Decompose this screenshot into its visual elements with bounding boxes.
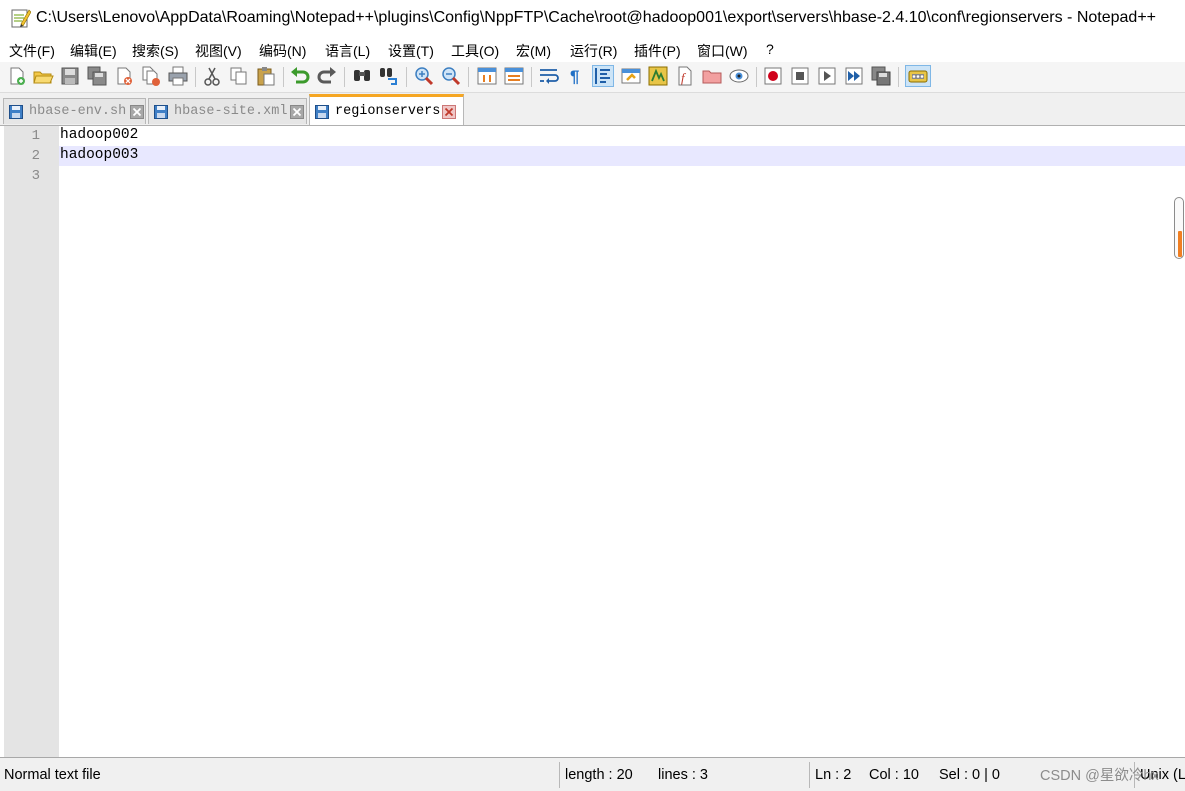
nppftp-icon[interactable]	[905, 65, 931, 87]
status-lines: lines : 3	[658, 767, 708, 783]
status-col: Col : 10	[869, 767, 919, 783]
menu-macro[interactable]: 宏(M)	[516, 41, 551, 61]
word-wrap-icon[interactable]	[538, 65, 560, 87]
menu-encoding[interactable]: 编码(N)	[259, 41, 306, 61]
menu-edit[interactable]: 编辑(E)	[70, 41, 117, 61]
status-separator	[809, 762, 810, 788]
line-number-gutter	[4, 126, 59, 757]
menu-tools[interactable]: 工具(O)	[451, 41, 499, 61]
menu-bar: 文件(F) 编辑(E) 搜索(S) 视图(V) 编码(N) 语言(L) 设置(T…	[0, 38, 1185, 62]
menu-view[interactable]: 视图(V)	[195, 41, 242, 61]
monitor-icon[interactable]	[728, 65, 750, 87]
menu-language[interactable]: 语言(L)	[325, 41, 370, 61]
menu-settings[interactable]: 设置(T)	[388, 41, 434, 61]
sync-horizontal-icon[interactable]	[503, 65, 525, 87]
tab-close-icon[interactable]	[442, 105, 456, 119]
toolbar-separator	[195, 67, 196, 87]
print-icon[interactable]	[167, 65, 189, 87]
toolbar-separator	[531, 67, 532, 87]
editor-line[interactable]: hadoop003	[60, 147, 138, 163]
window-title: C:\Users\Lenovo\AppData\Roaming\Notepad+…	[36, 9, 1156, 26]
open-file-icon[interactable]	[32, 65, 54, 87]
menu-help[interactable]: ?	[766, 41, 774, 57]
scrollbar-position-marker	[1178, 231, 1182, 257]
sync-vertical-icon[interactable]	[476, 65, 498, 87]
zoom-out-icon[interactable]	[440, 65, 462, 87]
tab-regionservers[interactable]: regionservers	[309, 94, 464, 125]
doc-map-icon[interactable]	[647, 65, 669, 87]
new-file-icon[interactable]	[6, 65, 28, 87]
macro-play-icon[interactable]	[816, 65, 838, 87]
status-ln: Ln : 2	[815, 767, 852, 783]
tab-label: hbase-site.xml	[174, 104, 288, 119]
saved-file-icon	[315, 105, 329, 119]
toolbar: ¶ f	[0, 62, 1185, 93]
menu-window[interactable]: 窗口(W)	[697, 41, 748, 61]
line-number: 3	[31, 168, 40, 184]
status-separator	[559, 762, 560, 788]
csdn-watermark: CSDN @星欲冷hx	[1040, 768, 1159, 784]
toolbar-separator	[756, 67, 757, 87]
function-list-icon[interactable]: f	[674, 65, 696, 87]
status-bar: Normal text file length : 20 lines : 3 L…	[0, 757, 1185, 791]
redo-icon[interactable]	[316, 65, 338, 87]
line-number: 1	[31, 128, 40, 144]
close-all-icon[interactable]	[140, 65, 162, 87]
menu-search[interactable]: 搜索(S)	[132, 41, 179, 61]
folder-workspace-icon[interactable]	[701, 65, 723, 87]
line-number: 2	[31, 148, 40, 164]
saved-file-icon	[154, 105, 168, 119]
current-line-highlight	[59, 146, 1185, 166]
macro-stop-icon[interactable]	[789, 65, 811, 87]
tab-close-icon[interactable]	[290, 105, 304, 119]
show-all-chars-icon[interactable]: ¶	[565, 65, 587, 87]
editor-line[interactable]: hadoop002	[60, 127, 138, 143]
status-length: length : 20	[565, 767, 633, 783]
zoom-in-icon[interactable]	[413, 65, 435, 87]
tab-label: regionservers	[335, 104, 441, 119]
menu-file[interactable]: 文件(F)	[9, 41, 55, 61]
saved-file-icon	[9, 105, 23, 119]
macro-run-multiple-icon[interactable]	[843, 65, 865, 87]
toolbar-separator	[898, 67, 899, 87]
save-all-icon[interactable]	[86, 65, 108, 87]
undo-icon[interactable]	[289, 65, 311, 87]
toolbar-separator	[406, 67, 407, 87]
menu-plugins[interactable]: 插件(P)	[634, 41, 681, 61]
tab-hbase-site-xml[interactable]: hbase-site.xml	[148, 98, 307, 124]
toolbar-separator	[283, 67, 284, 87]
status-sel: Sel : 0 | 0	[939, 767, 1000, 783]
paste-icon[interactable]	[255, 65, 277, 87]
indent-guide-icon[interactable]	[592, 65, 614, 87]
notepadpp-app-icon	[11, 9, 31, 28]
toolbar-separator	[344, 67, 345, 87]
macro-record-icon[interactable]	[762, 65, 784, 87]
editor-area[interactable]: 1 2 3 hadoop002 hadoop003	[0, 126, 1185, 757]
title-bar: C:\Users\Lenovo\AppData\Roaming\Notepad+…	[0, 0, 1185, 38]
udl-icon[interactable]	[620, 65, 642, 87]
tab-label: hbase-env.sh	[29, 104, 127, 119]
tab-close-icon[interactable]	[130, 105, 144, 119]
replace-icon[interactable]	[378, 65, 400, 87]
svg-text:¶: ¶	[570, 67, 579, 86]
menu-run[interactable]: 运行(R)	[570, 41, 617, 61]
macro-save-icon[interactable]	[870, 65, 892, 87]
save-icon[interactable]	[59, 65, 81, 87]
find-icon[interactable]	[351, 65, 373, 87]
toolbar-separator	[468, 67, 469, 87]
cut-icon[interactable]	[201, 65, 223, 87]
copy-icon[interactable]	[228, 65, 250, 87]
status-file-type: Normal text file	[4, 767, 101, 783]
tab-bar: hbase-env.sh hbase-site.xml regionserver…	[0, 93, 1185, 126]
tab-hbase-env-sh[interactable]: hbase-env.sh	[3, 98, 146, 124]
close-icon[interactable]	[113, 65, 135, 87]
